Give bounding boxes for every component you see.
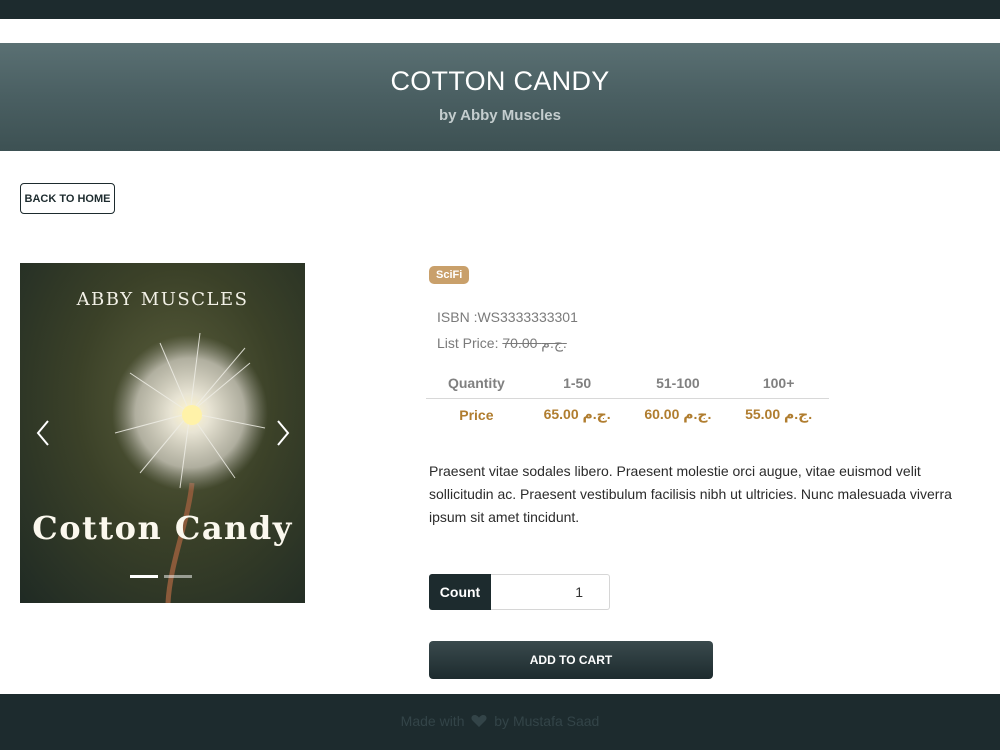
- page-banner: [0, 43, 1000, 151]
- list-price-value: 70.00 ج.م.: [502, 335, 567, 351]
- footer-credit: Made with by Mustafa Saad: [0, 713, 1000, 729]
- tier-2-price: 60.00 ج.م.: [644, 406, 712, 422]
- footer-made-with: Made with: [400, 713, 465, 729]
- price-tiers-table: Quantity 1-50 51-100 100+ Price 65.00 ج.…: [426, 367, 829, 430]
- back-to-home-button[interactable]: BACK TO HOME: [20, 183, 115, 214]
- carousel-indicators: [130, 575, 210, 579]
- tier-2-header: 51-100: [627, 367, 729, 399]
- list-price-label: List Price:: [437, 335, 503, 351]
- description-line: sollicitudin ac. Praesent vestibulum fac…: [429, 486, 952, 502]
- tier-3-header: 100+: [728, 367, 829, 399]
- cover-title-text: Cotton Candy: [32, 509, 293, 547]
- table-row: Price 65.00 ج.م. 60.00 ج.م. 55.00 ج.م.: [426, 399, 829, 431]
- carousel-prev-button[interactable]: [28, 418, 58, 448]
- isbn-text: ISBN :WS3333333301: [437, 309, 578, 325]
- list-price: List Price: 70.00 ج.م.: [437, 335, 567, 352]
- tier-1-header: 1-50: [526, 367, 628, 399]
- count-input-group: Count: [429, 574, 610, 610]
- tier-1-price: 65.00 ج.م.: [543, 406, 611, 422]
- carousel-next-button[interactable]: [268, 418, 298, 448]
- book-author: by Abby Muscles: [439, 107, 561, 124]
- count-input[interactable]: [491, 574, 610, 610]
- cover-author-text: ABBY MUSCLES: [76, 289, 249, 310]
- footer-author: by Mustafa Saad: [494, 713, 600, 729]
- description-line: Praesent vitae sodales libero. Praesent …: [429, 463, 921, 479]
- cover-carousel: ABBY MUSCLES Cotton Candy: [20, 263, 305, 603]
- chevron-left-icon: [36, 420, 49, 446]
- book-description: Praesent vitae sodales libero. Praesent …: [429, 460, 1000, 529]
- description-line: ipsum sit amet tincidunt.: [429, 509, 580, 525]
- carousel-indicator-1[interactable]: [130, 575, 158, 578]
- count-label: Count: [429, 574, 491, 610]
- dandelion-image: [112, 332, 268, 603]
- category-badge: SciFi: [429, 266, 470, 284]
- page-footer: Made with by Mustafa Saad: [0, 694, 1000, 750]
- quantity-header: Quantity: [426, 367, 527, 399]
- carousel-indicator-2[interactable]: [164, 575, 192, 578]
- price-header: Price: [459, 406, 494, 423]
- add-to-cart-button[interactable]: ADD TO CART: [429, 641, 713, 679]
- chevron-right-icon: [277, 420, 290, 446]
- top-navbar: [0, 0, 1000, 19]
- book-title: COTTON CANDY: [390, 66, 610, 96]
- heart-icon: [471, 715, 487, 727]
- tier-3-price: 55.00 ج.م.: [745, 406, 813, 422]
- table-row: Quantity 1-50 51-100 100+: [426, 367, 829, 399]
